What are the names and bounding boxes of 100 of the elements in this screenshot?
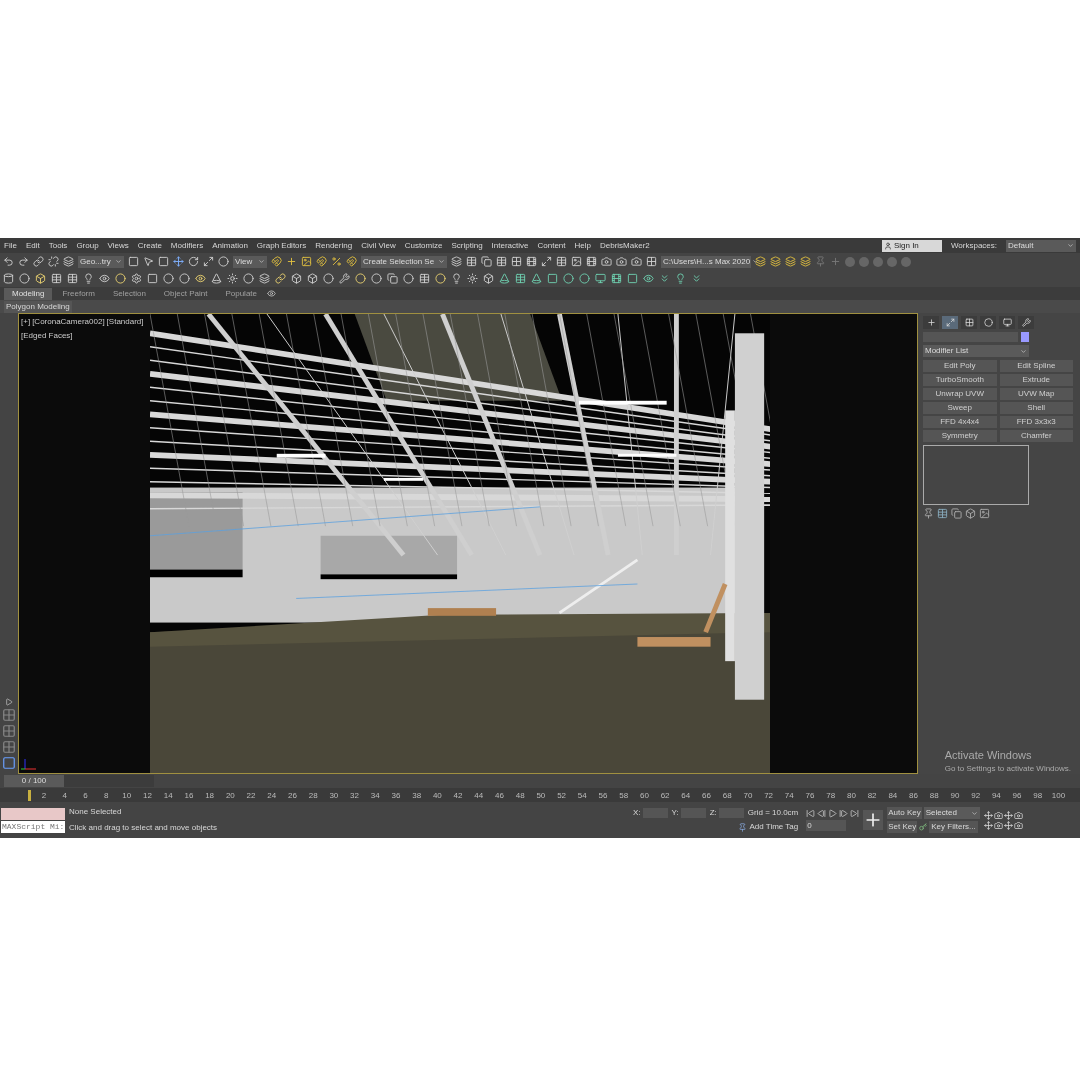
- toolbar-icon[interactable]: [131, 273, 142, 284]
- ribbon-tab[interactable]: Modeling: [4, 287, 53, 300]
- modifier-button[interactable]: Shell: [999, 402, 1073, 414]
- toolbar-icon[interactable]: [601, 256, 612, 267]
- play-icon[interactable]: [5, 698, 13, 706]
- toolbar-icon[interactable]: [271, 256, 282, 267]
- toolbar-icon[interactable]: [541, 256, 552, 267]
- playback-icon[interactable]: [828, 809, 838, 818]
- toolbar-icon[interactable]: [211, 273, 222, 284]
- toolbar-icon[interactable]: [616, 256, 627, 267]
- toolbar-icon[interactable]: [579, 273, 590, 284]
- toolbar-icon[interactable]: [158, 256, 169, 267]
- current-frame-field[interactable]: 0: [806, 820, 847, 831]
- set-key-button[interactable]: Set Key: [887, 821, 918, 833]
- toolbar-icon[interactable]: [35, 273, 46, 284]
- playback-icon[interactable]: [806, 809, 816, 818]
- toolbar-icon[interactable]: [19, 273, 30, 284]
- toolbar-icon[interactable]: [301, 256, 312, 267]
- stack-tool-icon[interactable]: [923, 508, 934, 519]
- toolbar-icon[interactable]: [346, 256, 357, 267]
- toolbar-icon[interactable]: [691, 273, 702, 284]
- key-mode-dropdown[interactable]: Selected: [923, 807, 980, 819]
- menu-item[interactable]: Animation: [212, 239, 248, 252]
- toolbar-icon[interactable]: [643, 273, 654, 284]
- toolbar-icon[interactable]: [451, 273, 462, 284]
- workspace-dropdown[interactable]: Default: [1006, 239, 1076, 252]
- toolbar-icon[interactable]: [163, 273, 174, 284]
- toolbar-icon[interactable]: [331, 256, 342, 267]
- modifier-button[interactable]: Unwrap UVW: [923, 388, 997, 400]
- toolbar-icon[interactable]: [218, 256, 229, 267]
- toolbar-icon[interactable]: [83, 273, 94, 284]
- toolbar-icon[interactable]: [800, 256, 811, 267]
- toolbar-icon[interactable]: [147, 273, 158, 284]
- toolbar-icon[interactable]: [631, 256, 642, 267]
- toolbar-icon[interactable]: [403, 273, 414, 284]
- viewport-label[interactable]: [Standard]: [106, 316, 144, 328]
- menu-item[interactable]: Customize: [404, 239, 443, 252]
- toolbar-icon[interactable]: [99, 273, 110, 284]
- viewport-layout-icon[interactable]: [2, 756, 16, 770]
- toolbar-icon[interactable]: [51, 273, 62, 284]
- modifier-button[interactable]: Sweep: [923, 402, 997, 414]
- toolbar-icon[interactable]: [203, 256, 214, 267]
- toolbar-icon[interactable]: [627, 273, 638, 284]
- menu-item[interactable]: Graph Editors: [256, 239, 307, 252]
- toolbar-icon[interactable]: [143, 256, 154, 267]
- toolbar-icon[interactable]: [466, 256, 477, 267]
- stack-tool-icon[interactable]: [979, 508, 990, 519]
- toolbar-icon[interactable]: [595, 273, 606, 284]
- menu-item[interactable]: File: [4, 239, 17, 252]
- toolbar-icon[interactable]: [419, 273, 430, 284]
- viewport-navigation-icon[interactable]: [983, 810, 993, 820]
- menu-item[interactable]: Group: [76, 239, 99, 252]
- menu-item[interactable]: Interactive: [491, 239, 529, 252]
- modifier-stack[interactable]: [923, 445, 1029, 505]
- sign-in-dropdown[interactable]: Sign In: [881, 239, 942, 252]
- toolbar-icon[interactable]: [371, 273, 382, 284]
- toolbar-icon[interactable]: [355, 273, 366, 284]
- viewport-navigation-icon[interactable]: [1003, 820, 1013, 830]
- toolbar-icon[interactable]: [115, 273, 126, 284]
- menu-item[interactable]: Views: [107, 239, 129, 252]
- viewport-layout-icon[interactable]: [2, 740, 16, 754]
- toolbar-icon[interactable]: [259, 273, 270, 284]
- menu-item[interactable]: Help: [574, 239, 591, 252]
- modifier-button[interactable]: Chamfer: [999, 430, 1073, 442]
- toolbar-icon[interactable]: [339, 273, 350, 284]
- viewport-layout-icon[interactable]: [2, 708, 16, 722]
- modifier-button[interactable]: Extrude: [999, 374, 1073, 386]
- modifier-button[interactable]: Symmetry: [923, 430, 997, 442]
- maxscript-field[interactable]: MAXScript Mi:: [1, 820, 65, 833]
- object-color-swatch[interactable]: [1021, 332, 1029, 342]
- toolbar-icon[interactable]: [128, 256, 139, 267]
- toolbar-icon[interactable]: [675, 273, 686, 284]
- command-panel-tab[interactable]: [980, 316, 996, 329]
- toolbar-icon[interactable]: [611, 273, 622, 284]
- ribbon-tab[interactable]: Freeform: [54, 287, 103, 300]
- viewport-label[interactable]: [Edged Faces]: [21, 330, 73, 342]
- menu-item[interactable]: Modifiers: [170, 239, 204, 252]
- key-filters-button[interactable]: Key Filters...: [929, 821, 978, 833]
- time-slider-track[interactable]: 0 / 100: [4, 775, 154, 787]
- toolbar-icon[interactable]: [179, 273, 190, 284]
- toolbar-icon[interactable]: [526, 256, 537, 267]
- menu-item[interactable]: DebrisMaker2: [600, 239, 650, 252]
- command-panel-tab[interactable]: [999, 316, 1015, 329]
- toolbar-icon[interactable]: [515, 273, 526, 284]
- toolbar-icon[interactable]: [483, 273, 494, 284]
- stack-tool-icon[interactable]: [951, 508, 962, 519]
- toolbar-icon[interactable]: [173, 256, 184, 267]
- stack-tool-icon[interactable]: [937, 508, 948, 519]
- playback-icon[interactable]: [817, 809, 827, 818]
- menu-item[interactable]: Tools: [48, 239, 68, 252]
- command-panel-tab[interactable]: [1018, 316, 1034, 329]
- toolbar-icon[interactable]: [275, 273, 286, 284]
- reference-coordinate-dropdown[interactable]: View: [233, 255, 267, 268]
- playback-icon[interactable]: [850, 809, 860, 818]
- toolbar-icon[interactable]: [770, 256, 781, 267]
- toolbar-icon[interactable]: [531, 273, 542, 284]
- toolbar-icon[interactable]: [323, 273, 334, 284]
- time-marker[interactable]: [28, 789, 31, 801]
- toolbar-icon[interactable]: [496, 256, 507, 267]
- toolbar-icon[interactable]: [33, 256, 44, 267]
